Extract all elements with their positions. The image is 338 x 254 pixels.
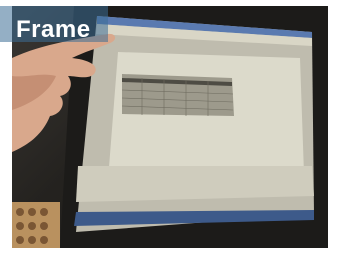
- frame-label-bar: Frame: [0, 6, 108, 43]
- photo-frame: Frame: [0, 0, 338, 254]
- lower-panel: [76, 166, 314, 202]
- frame-label: Frame: [16, 16, 91, 43]
- woven-pattern: [16, 208, 48, 244]
- document-page: [108, 52, 304, 180]
